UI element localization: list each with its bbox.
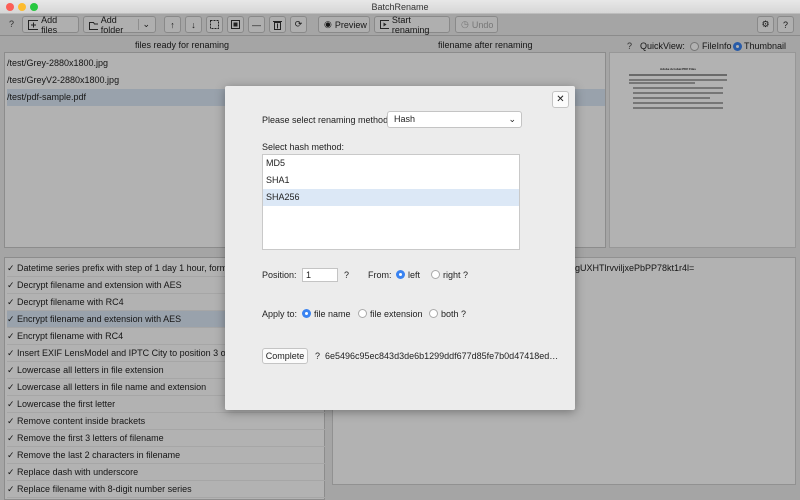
hash-method-list[interactable]: MD5 SHA1 SHA256 [262,154,520,250]
position-help[interactable]: ? [344,270,349,280]
position-label: Position: [262,270,297,280]
hash-option-md5[interactable]: MD5 [263,155,519,172]
hash-option-sha256[interactable]: SHA256 [263,189,519,206]
apply-both-radio[interactable] [429,309,438,318]
close-icon: ✕ [556,94,565,105]
complete-help[interactable]: ? [315,351,320,361]
complete-button[interactable]: Complete [262,348,308,364]
chevron-down-icon: ⌄ [508,114,516,124]
zoom-window-icon[interactable] [30,3,38,11]
hash-option-sha1[interactable]: SHA1 [263,172,519,189]
apply-filename-radio[interactable] [302,309,311,318]
position-input[interactable]: 1 [302,268,338,282]
from-right-label[interactable]: right [443,270,461,280]
from-left-label[interactable]: left [408,270,420,280]
app-window: BatchRename ? Add files Add folder ⌄ ↑ ↓… [0,0,800,500]
method-select[interactable]: Hash ⌄ [387,111,522,128]
method-select-value: Hash [394,114,416,124]
rename-method-dialog: ✕ Please select renaming method: Hash ⌄ … [225,86,575,410]
minimize-window-icon[interactable] [18,3,26,11]
from-help[interactable]: ? [463,270,468,280]
hash-result-text: 6e5496c95ec843d3de6b1299ddf677d85fe7b0d4… [325,351,559,361]
apply-to-label: Apply to: [262,309,298,319]
close-window-icon[interactable] [6,3,14,11]
close-dialog-button[interactable]: ✕ [552,91,569,108]
window-title: BatchRename [371,2,429,12]
hash-method-label: Select hash method: [262,142,345,152]
apply-help[interactable]: ? [461,309,466,319]
apply-both-label[interactable]: both [441,309,459,319]
from-left-radio[interactable] [396,270,405,279]
from-label: From: [368,270,392,280]
method-label: Please select renaming method: [262,115,391,125]
apply-extension-radio[interactable] [358,309,367,318]
from-right-radio[interactable] [431,270,440,279]
title-bar: BatchRename [0,0,800,14]
apply-extension-label[interactable]: file extension [370,309,423,319]
apply-filename-label[interactable]: file name [314,309,351,319]
